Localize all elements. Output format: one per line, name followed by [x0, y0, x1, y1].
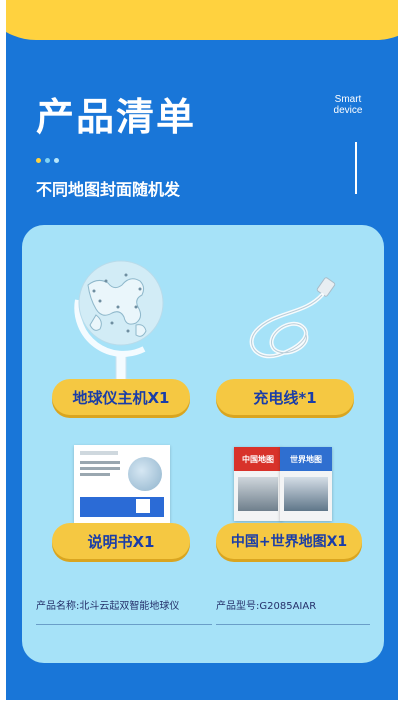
page-title: 产品清单	[36, 95, 197, 139]
decorative-dots	[36, 158, 59, 163]
info-underline-right	[216, 624, 370, 625]
item-globe-label: 地球仪主机X1	[52, 379, 190, 415]
content-panel: 产品清单 Smart device 不同地图封面随机发 地球仪主机X1 充电线*…	[6, 0, 398, 708]
qr-code-icon	[136, 499, 150, 513]
info-underline-left	[36, 624, 212, 625]
globe-image	[74, 260, 164, 392]
subtitle: 不同地图封面随机发	[36, 180, 181, 199]
bottom-strip	[0, 700, 404, 708]
badge-line-1: Smart	[334, 94, 362, 105]
china-map-title: 中国地图	[234, 447, 282, 471]
divider-line	[355, 142, 357, 194]
product-model: 产品型号:G2085AIAR	[216, 601, 317, 612]
charging-cable-image	[249, 277, 336, 359]
item-cable-label: 充电线*1	[216, 379, 354, 415]
dot-yellow	[36, 158, 41, 163]
product-name: 产品名称:北斗云起双智能地球仪	[36, 601, 180, 612]
dot-light	[54, 158, 59, 163]
manual-image	[74, 445, 170, 523]
top-yellow-banner	[6, 0, 398, 40]
badge-line-2: device	[333, 105, 363, 116]
page: 产品清单 Smart device 不同地图封面随机发 地球仪主机X1 充电线*…	[0, 0, 404, 708]
smart-device-badge: Smart device	[326, 94, 370, 116]
item-maps-label: 中国+世界地图X1	[216, 523, 362, 559]
dot-blue	[45, 158, 50, 163]
world-map-title: 世界地图	[280, 447, 332, 471]
world-map-cover: 世界地图	[280, 447, 332, 521]
china-map-cover: 中国地图	[234, 447, 282, 521]
item-manual-label: 说明书X1	[52, 523, 190, 559]
